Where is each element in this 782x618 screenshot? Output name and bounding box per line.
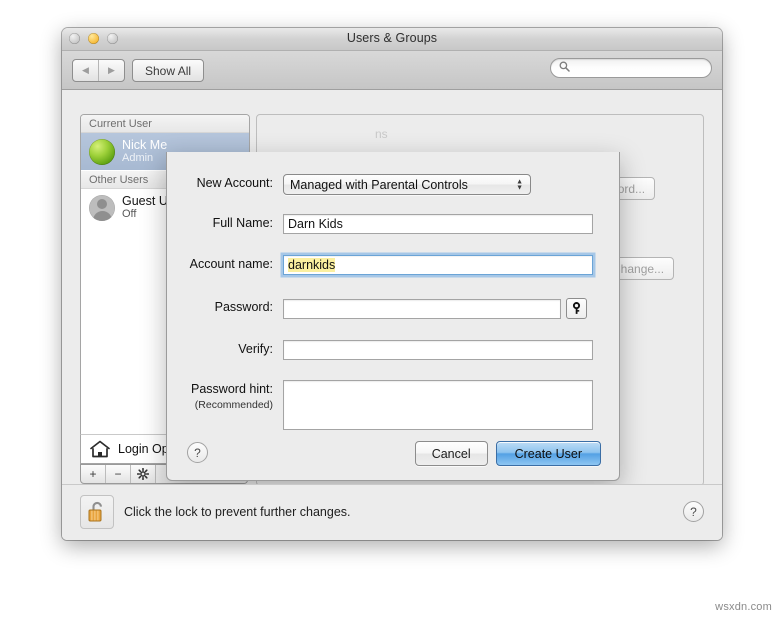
field-row-new-account: New Account: Managed with Parental Contr… [167,174,531,195]
password-hint-label: Password hint: (Recommended) [167,380,283,411]
forward-button[interactable]: ▶ [98,60,124,81]
window-footer: Click the lock to prevent further change… [62,484,722,540]
search-input[interactable] [574,61,703,75]
lock-message: Click the lock to prevent further change… [124,505,351,519]
new-account-label: New Account: [196,176,273,190]
cancel-button[interactable]: Cancel [414,441,488,466]
gear-icon[interactable] [131,465,156,483]
open-padlock-icon [88,501,102,522]
add-user-button[interactable]: + [81,465,106,483]
password-hint-label-text: Password hint: [191,382,273,396]
lock-button[interactable] [80,495,114,529]
navigation-segmented-control: ◀ ▶ [72,59,125,82]
account-name-label: Account name: [189,257,273,271]
window-toolbar: ◀ ▶ Show All [62,51,722,90]
password-label: Password: [214,300,273,314]
verify-label: Verify: [238,342,273,356]
new-account-sheet: New Account: Managed with Parental Contr… [166,152,620,481]
search-field[interactable] [550,58,712,78]
ghost-label-password-options: ns [375,127,388,141]
create-user-button[interactable]: Create User [495,441,601,466]
field-row-password-hint: Password hint: (Recommended) [167,380,593,430]
avatar [89,194,115,221]
field-row-full-name: Full Name: Darn Kids [167,214,593,234]
window-content: ns Change Password... Apple ID: nm MMM@m… [62,90,722,540]
preferences-window: Users & Groups ◀ ▶ Show All ns Change Pa… [62,28,722,540]
remove-user-button[interactable]: − [106,465,131,483]
new-account-popup-value: Managed with Parental Controls [290,177,468,192]
sheet-action-buttons: Cancel Create User [414,441,601,466]
full-name-value: Darn Kids [288,217,343,231]
account-name-field[interactable]: darnkids [283,255,593,275]
sheet-help-button[interactable]: ? [187,442,208,463]
field-row-account-name: Account name: darnkids [167,255,593,275]
account-name-value: darnkids [288,258,336,272]
password-assistant-button[interactable] [566,298,587,319]
verify-field[interactable] [283,340,593,360]
password-hint-sublabel: (Recommended) [194,399,273,411]
house-icon [89,439,111,459]
watermark: wsxdn.com [715,601,772,613]
full-name-field[interactable]: Darn Kids [283,214,593,234]
new-account-popup-button[interactable]: Managed with Parental Controls ▲ ▼ [283,174,531,195]
field-row-password: Password: [167,298,587,319]
user-text: Nick Me Admin [122,138,167,165]
group-header-current-user: Current User [81,115,249,133]
user-status: Admin [122,152,154,165]
show-all-button[interactable]: Show All [132,59,205,82]
password-field-group [283,298,587,319]
password-field[interactable] [283,298,561,319]
password-hint-field[interactable] [283,380,593,430]
user-status: Off [122,208,137,221]
search-icon [559,61,570,75]
back-button[interactable]: ◀ [73,60,98,81]
window-titlebar: Users & Groups [62,28,722,51]
key-icon [572,302,581,314]
user-name: Guest U [122,194,168,209]
full-name-label: Full Name: [212,216,273,230]
lock-row: Click the lock to prevent further change… [80,495,351,529]
window-title: Users & Groups [346,31,438,45]
field-row-verify: Verify: [167,340,593,360]
user-text: Guest U Off [122,194,168,221]
help-button[interactable]: ? [683,501,704,522]
user-name: Nick Me [122,138,168,152]
avatar [89,138,115,165]
chevron-updown-icon: ▲ ▼ [516,178,523,191]
